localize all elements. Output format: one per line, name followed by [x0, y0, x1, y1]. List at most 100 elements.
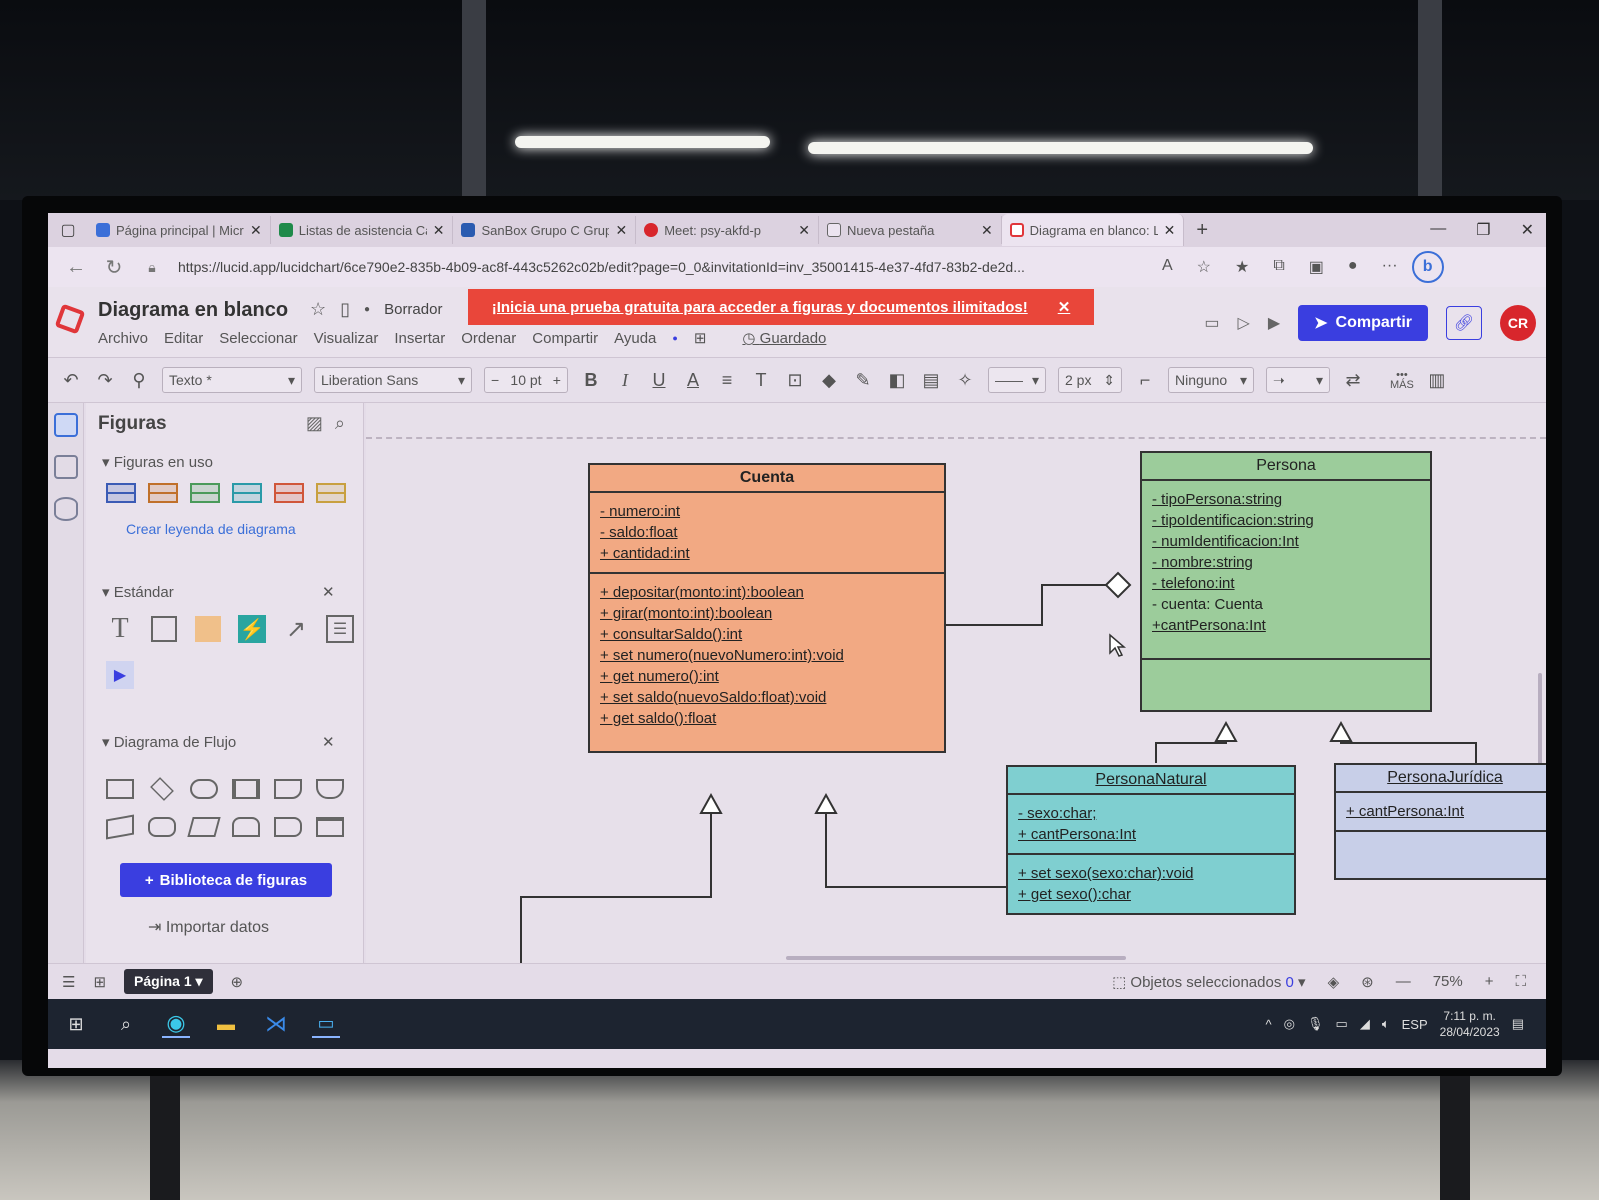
shadow-icon[interactable]: ◧	[886, 370, 908, 391]
pages-rail-icon[interactable]	[54, 455, 78, 479]
zoom-in-icon[interactable]: +	[1485, 973, 1494, 990]
process-shape-icon[interactable]	[106, 779, 134, 799]
action-shape-icon[interactable]: ⚡	[238, 615, 266, 643]
add-page-icon[interactable]: ⊕	[231, 973, 244, 991]
panel-toggle-icon[interactable]: ▥	[1426, 370, 1448, 391]
menu-editar[interactable]: Editar	[164, 330, 203, 347]
templates-icon[interactable]: ⊞	[694, 329, 707, 347]
menu-seleccionar[interactable]: Seleccionar	[219, 330, 297, 347]
section-standard[interactable]: ▾ Estándar ✕	[102, 583, 335, 601]
menu-archivo[interactable]: Archivo	[98, 330, 148, 347]
list-shape-icon[interactable]: ☰	[326, 615, 354, 643]
in-use-shape-swatch[interactable]	[148, 483, 178, 503]
shape-options-icon[interactable]: ⊡	[784, 370, 806, 391]
format-painter-icon[interactable]: ⚲	[128, 370, 150, 391]
class-cuenta[interactable]: Cuenta - numero:int - saldo:float + cant…	[588, 463, 946, 753]
font-size-stepper[interactable]: −10 pt +	[484, 367, 568, 393]
class-personajuridica[interactable]: PersonaJurídica + cantPersona:Int	[1334, 763, 1546, 880]
more-button[interactable]: ••• MÁS	[1390, 370, 1414, 391]
in-use-shape-swatch[interactable]	[232, 483, 262, 503]
browser-tab-active[interactable]: Diagrama en blanco: L ✕	[1001, 214, 1185, 246]
text-options-icon[interactable]: T	[750, 370, 772, 391]
language-indicator[interactable]: ESP	[1402, 1017, 1428, 1032]
end-endpoint-select[interactable]: ➝ ▾	[1266, 367, 1330, 393]
section-flowchart[interactable]: ▾ Diagrama de Flujo ✕	[102, 733, 335, 751]
menu-compartir[interactable]: Compartir	[532, 330, 598, 347]
file-explorer-icon[interactable]: ▬	[212, 1010, 240, 1038]
close-tab-icon[interactable]: ✕	[433, 222, 445, 239]
line-shape-icon[interactable]: ⌐	[1134, 370, 1156, 391]
inheritance-connector[interactable]	[520, 813, 712, 963]
page-selector[interactable]: Página 1 ▾	[124, 969, 213, 994]
menu-ordenar[interactable]: Ordenar	[461, 330, 516, 347]
fill-color-icon[interactable]: ◆	[818, 370, 840, 391]
horizontal-scrollbar[interactable]	[786, 956, 1126, 960]
line-width-select[interactable]: 2 px ⇕	[1058, 367, 1122, 393]
accessibility-icon[interactable]: ⊛	[1361, 973, 1374, 991]
document-icon[interactable]: ▯	[340, 299, 350, 320]
restore-icon[interactable]: ❐	[1476, 220, 1490, 240]
manual-input-icon[interactable]	[106, 814, 134, 840]
browser-tab[interactable]: SanBox Grupo C Grup ✕	[453, 216, 637, 244]
lucid-logo-icon[interactable]	[54, 303, 86, 335]
video-icon[interactable]: ▶	[1268, 313, 1280, 333]
vertical-scrollbar[interactable]	[1538, 673, 1542, 773]
selection-status[interactable]: ⬚ Objetos seleccionados 0 ▾	[1112, 973, 1306, 991]
saved-status[interactable]: ◷ Guardado	[742, 329, 826, 347]
close-tab-icon[interactable]: ✕	[798, 222, 810, 239]
chevron-up-icon[interactable]: ^	[1266, 1017, 1272, 1032]
webcam-icon[interactable]: ◎	[1284, 1016, 1295, 1032]
decision-shape-icon[interactable]	[150, 777, 174, 801]
grid-view-icon[interactable]: ⊞	[93, 973, 106, 991]
minimize-icon[interactable]: —	[1430, 220, 1446, 240]
import-data-button[interactable]: ⇥ Importar datos	[148, 917, 269, 937]
swap-icon[interactable]: ⇄	[1342, 370, 1364, 391]
extension-icon[interactable]: ▣	[1309, 257, 1324, 277]
vscode-icon[interactable]: ⋊	[262, 1010, 290, 1038]
battery-icon[interactable]: ▭	[1336, 1016, 1348, 1032]
in-use-shape-swatch[interactable]	[316, 483, 346, 503]
font-select[interactable]: Liberation Sans ▾	[314, 367, 472, 393]
back-icon[interactable]: ←	[64, 256, 88, 279]
read-aloud-icon[interactable]: A	[1162, 257, 1173, 277]
microphone-icon[interactable]: 🎙︎	[1307, 1016, 1324, 1032]
start-endpoint-select[interactable]: Ninguno ▾	[1168, 367, 1254, 393]
comment-icon[interactable]: ▭	[1204, 313, 1219, 333]
line-shape-icon[interactable]: ↗	[282, 615, 310, 643]
avatar[interactable]: CR	[1500, 305, 1536, 341]
in-use-shape-swatch[interactable]	[106, 483, 136, 503]
align-icon[interactable]: ≡	[716, 370, 738, 391]
storage-shape-icon[interactable]	[316, 817, 344, 837]
tab-actions-icon[interactable]: ▢	[48, 220, 88, 240]
preparation-icon[interactable]	[148, 817, 176, 837]
close-window-icon[interactable]: ✕	[1521, 220, 1534, 240]
notifications-icon[interactable]: ▤	[1512, 1016, 1524, 1032]
promo-text[interactable]: ¡Inicia una prueba gratuita para acceder…	[492, 299, 1028, 316]
browser-tab[interactable]: Página principal | Micr ✕	[88, 216, 271, 244]
search-icon[interactable]: ⌕	[335, 413, 345, 434]
close-tab-icon[interactable]: ✕	[981, 222, 993, 239]
multi-document-icon[interactable]	[316, 779, 344, 799]
wifi-icon[interactable]: ◢	[1360, 1016, 1370, 1032]
close-tab-icon[interactable]: ✕	[1164, 222, 1176, 239]
windows-start-icon[interactable]: ⊞	[62, 1010, 90, 1038]
database-shape-icon[interactable]	[232, 817, 260, 837]
data-rail-icon[interactable]	[54, 497, 78, 521]
predefined-process-icon[interactable]	[232, 779, 260, 799]
line-color-icon[interactable]: ✎	[852, 370, 874, 391]
image-search-icon[interactable]: ▨	[306, 413, 323, 434]
data-shape-icon[interactable]	[187, 817, 221, 837]
image-icon[interactable]: ▤	[920, 370, 942, 391]
menu-insertar[interactable]: Insertar	[394, 330, 445, 347]
collections-icon[interactable]: ⧉	[1273, 257, 1284, 277]
section-in-use[interactable]: ▾ Figuras en uso	[102, 453, 213, 471]
delay-shape-icon[interactable]	[274, 817, 302, 837]
play-shape-icon[interactable]: ▶	[106, 661, 134, 689]
line-style-select[interactable]: —— ▾	[988, 367, 1046, 393]
remote-desktop-icon[interactable]: ▭	[312, 1010, 340, 1038]
link-icon[interactable]: 🔗︎	[1446, 306, 1482, 340]
close-section-icon[interactable]: ✕	[322, 733, 335, 751]
favorite-icon[interactable]: ☆	[1197, 257, 1211, 277]
browser-tab[interactable]: Nueva pestaña ✕	[819, 216, 1002, 244]
undo-icon[interactable]: ↶	[60, 370, 82, 391]
